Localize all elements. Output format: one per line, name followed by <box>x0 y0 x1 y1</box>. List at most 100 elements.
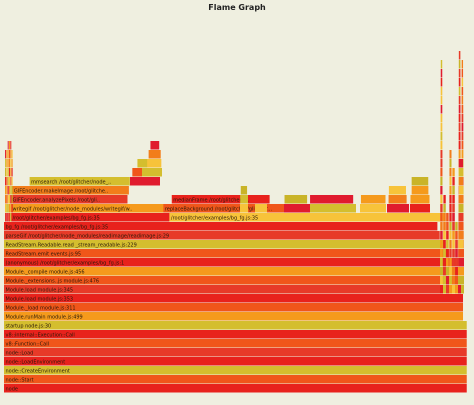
flame-frame-minor[interactable] <box>360 195 386 204</box>
flame-frame-minor[interactable] <box>5 204 7 213</box>
flame-frame[interactable] <box>4 348 467 357</box>
flame-frame-minor[interactable] <box>458 249 464 258</box>
flame-frame[interactable] <box>4 384 467 393</box>
flame-frame-minor[interactable] <box>440 105 443 114</box>
flame-frame-minor[interactable] <box>440 222 443 231</box>
flame-frame-minor[interactable] <box>458 258 464 267</box>
flame-frame-minor[interactable] <box>10 177 12 186</box>
flame-frame-minor[interactable] <box>452 231 455 240</box>
flame-frame-minor[interactable] <box>443 195 446 204</box>
flame-frame-minor[interactable] <box>458 159 464 168</box>
flame-frame-minor[interactable] <box>410 204 430 213</box>
flame-frame-minor[interactable] <box>458 96 461 105</box>
flame-frame-minor[interactable] <box>148 150 161 159</box>
flame-frame-minor[interactable] <box>458 132 461 141</box>
flame-frame-minor[interactable] <box>147 159 162 168</box>
flame-frame-minor[interactable] <box>461 141 464 150</box>
flame-frame-minor[interactable] <box>411 177 429 186</box>
flame-frame-minor[interactable] <box>10 186 12 195</box>
flame-frame-minor[interactable] <box>6 177 8 186</box>
flame-frame-minor[interactable] <box>455 231 458 240</box>
flame-frame-minor[interactable] <box>458 285 461 294</box>
flame-frame-minor[interactable] <box>5 168 7 177</box>
flame-frame-minor[interactable] <box>7 213 9 222</box>
flame-frame-minor[interactable] <box>455 222 458 231</box>
flame-frame-minor[interactable] <box>440 69 443 78</box>
flame-frame-minor[interactable] <box>452 267 455 276</box>
flame-frame-minor[interactable] <box>458 222 464 231</box>
flame-frame-minor[interactable] <box>458 123 461 132</box>
flame-frame-minor[interactable] <box>10 213 12 222</box>
flame-frame-minor[interactable] <box>7 141 9 150</box>
flame-frame-minor[interactable] <box>11 195 13 204</box>
flame-frame-minor[interactable] <box>440 213 443 222</box>
flame-frame-minor[interactable] <box>11 150 13 159</box>
flame-frame-minor[interactable] <box>455 240 458 249</box>
flame-frame-minor[interactable] <box>443 213 446 222</box>
flame-frame-minor[interactable] <box>446 231 449 240</box>
flame-frame-minor[interactable] <box>449 258 452 267</box>
flame-frame-minor[interactable] <box>440 177 443 186</box>
flame-frame-minor[interactable] <box>440 168 443 177</box>
flame-frame-minor[interactable] <box>443 258 446 267</box>
flame-frame-minor[interactable] <box>240 195 248 204</box>
flame-frame-minor[interactable] <box>142 168 162 177</box>
flame-frame-minor[interactable] <box>388 195 407 204</box>
flame-frame-minor[interactable] <box>440 150 443 159</box>
flame-frame-minor[interactable] <box>10 150 12 159</box>
flame-frame-minor[interactable] <box>8 168 10 177</box>
flame-frame-minor[interactable] <box>449 222 452 231</box>
flame-frame-minor[interactable] <box>440 267 443 276</box>
flame-frame-minor[interactable] <box>8 213 11 222</box>
flame-frame-minor[interactable] <box>458 276 464 285</box>
flame-frame-minor[interactable] <box>440 60 443 69</box>
flame-frame-minor[interactable] <box>7 150 9 159</box>
flame-frame-minor[interactable] <box>7 186 9 195</box>
flame-frame-minor[interactable] <box>443 240 446 249</box>
flame-frame[interactable] <box>4 321 467 330</box>
flame-frame-minor[interactable] <box>458 60 461 69</box>
flame-frame-minor[interactable] <box>5 195 7 204</box>
flame-frame-minor[interactable] <box>10 141 12 150</box>
flame-frame-minor[interactable] <box>449 213 452 222</box>
flame-frame-minor[interactable] <box>9 141 11 150</box>
flame-frame-minor[interactable] <box>11 168 13 177</box>
flame-frame-minor[interactable] <box>461 105 464 114</box>
flame-frame-minor[interactable] <box>255 204 267 213</box>
flame-frame-minor[interactable] <box>440 78 443 87</box>
flame-frame-minor[interactable] <box>6 159 8 168</box>
flame-frame-minor[interactable] <box>446 240 449 249</box>
flame-frame-minor[interactable] <box>440 141 443 150</box>
flame-frame-minor[interactable] <box>440 132 443 141</box>
flame-frame-minor[interactable] <box>449 159 452 168</box>
flame-frame-minor[interactable] <box>6 150 8 159</box>
flame-frame-minor[interactable] <box>6 213 8 222</box>
flame-frame-minor[interactable] <box>452 168 455 177</box>
flame-frame-minor[interactable] <box>11 213 13 222</box>
flame-frame-minor[interactable] <box>5 177 7 186</box>
flame-frame-minor[interactable] <box>440 258 443 267</box>
flame-frame-minor[interactable] <box>440 276 443 285</box>
flame-frame-minor[interactable] <box>455 285 458 294</box>
flame-frame-minor[interactable] <box>443 267 446 276</box>
flame-frame-minor[interactable] <box>11 186 13 195</box>
flame-frame-minor[interactable] <box>458 69 461 78</box>
flame-frame-minor[interactable] <box>443 276 446 285</box>
flame-frame-minor[interactable] <box>455 249 458 258</box>
flame-frame-minor[interactable] <box>458 213 464 222</box>
flame-frame-minor[interactable] <box>440 114 443 123</box>
flame-frame-minor[interactable] <box>6 168 8 177</box>
flame-frame-minor[interactable] <box>458 186 464 195</box>
flame-frame-minor[interactable] <box>449 285 452 294</box>
flame-frame-minor[interactable] <box>440 204 443 213</box>
flame-frame-minor[interactable] <box>310 195 354 204</box>
flame-frame-minor[interactable] <box>440 285 443 294</box>
flame-frame-minor[interactable] <box>452 249 455 258</box>
flame-frame-minor[interactable] <box>5 150 7 159</box>
flame-frame-minor[interactable] <box>284 204 310 213</box>
flame-frame-minor[interactable] <box>449 150 452 159</box>
flame-frame-minor[interactable] <box>5 159 7 168</box>
flame-frame-minor[interactable] <box>452 258 455 267</box>
flame-frame-minor[interactable] <box>461 87 464 96</box>
flame-frame[interactable] <box>4 339 467 348</box>
